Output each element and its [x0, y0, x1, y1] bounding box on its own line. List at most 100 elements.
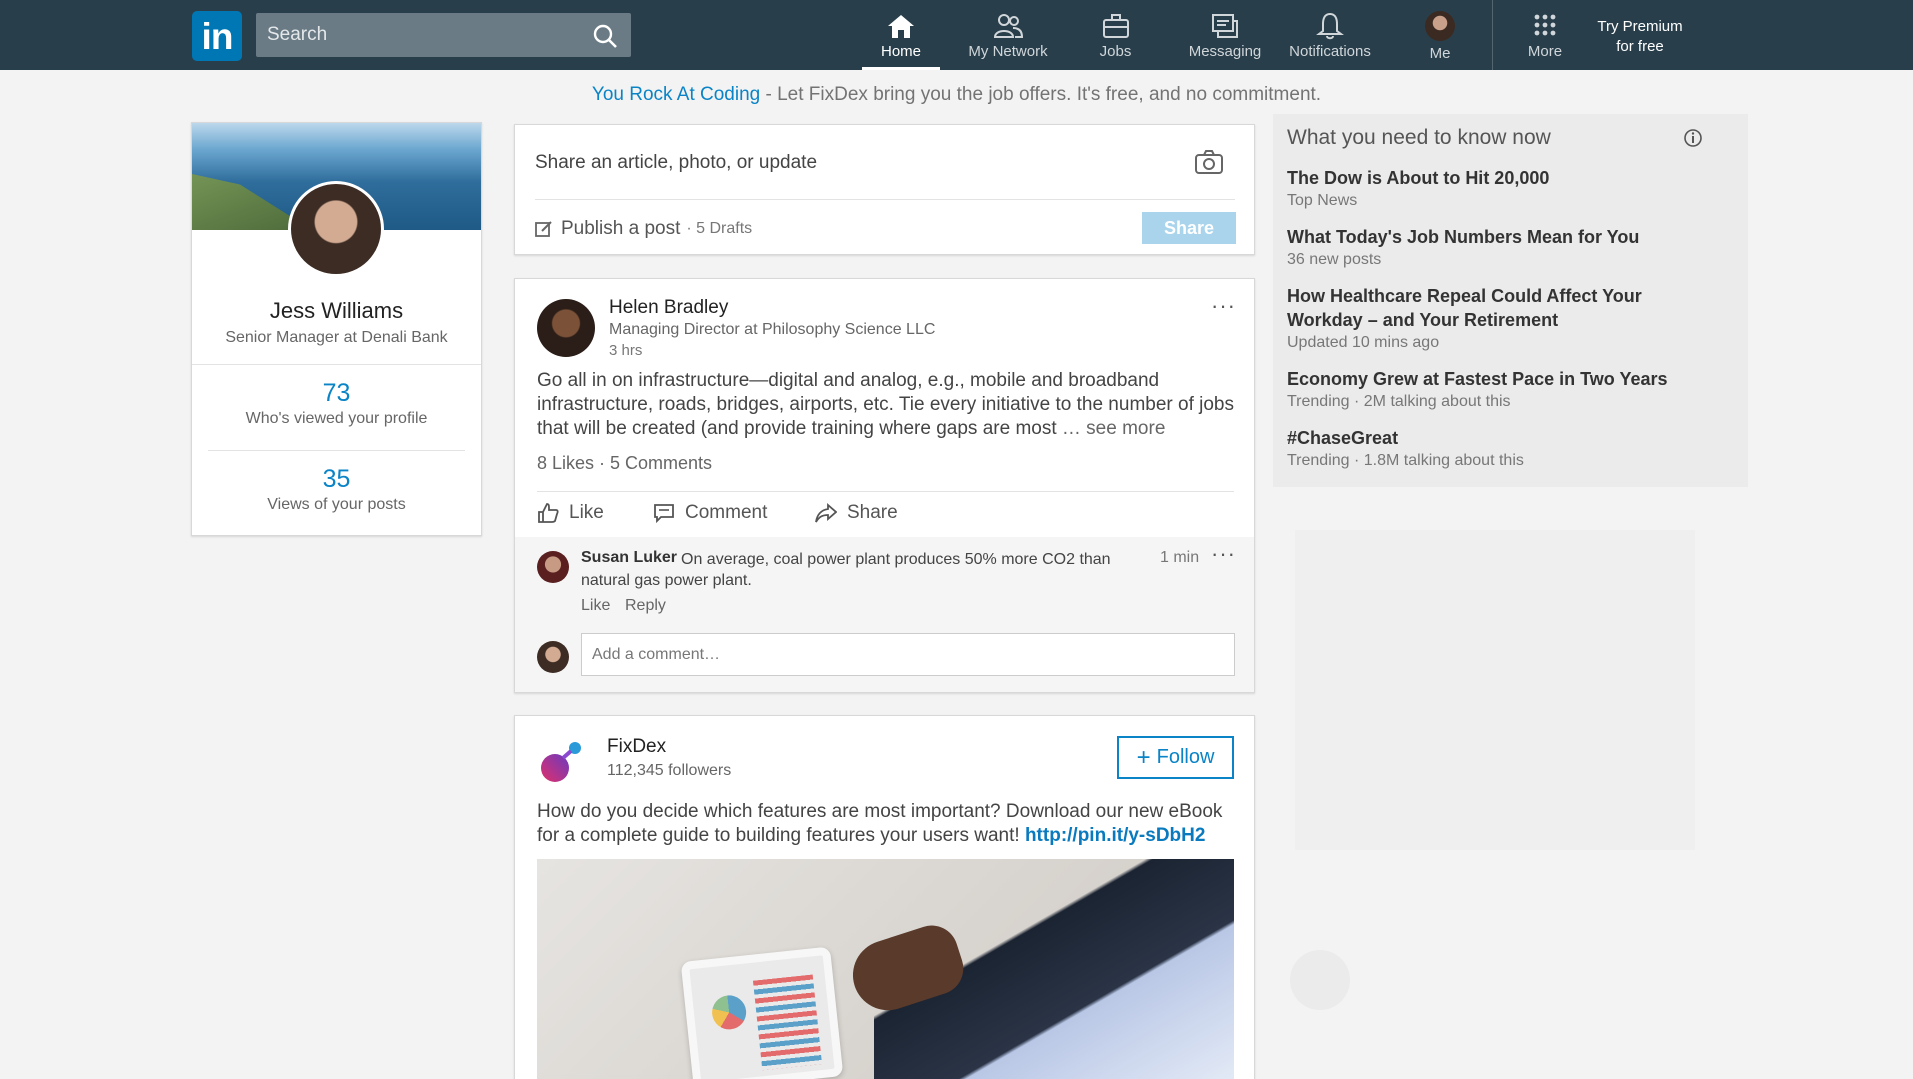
camera-icon[interactable]	[1194, 149, 1224, 175]
faded-ad-placeholder	[1295, 530, 1695, 850]
share-arrow-icon	[815, 503, 837, 523]
stat-profile-views[interactable]: 73 Who's viewed your profile	[192, 379, 481, 428]
news-meta: Trending · 1.8M talking about this	[1287, 452, 1524, 469]
sponsored-post: FixDex 112,345 followers + Follow How do …	[514, 715, 1255, 1079]
news-item[interactable]: #ChaseGreat Trending · 1.8M talking abou…	[1287, 426, 1707, 470]
post-image[interactable]	[537, 859, 1234, 1079]
nav-messaging[interactable]: Messaging	[1180, 0, 1270, 70]
publish-post-link[interactable]: Publish a post · 5 Drafts	[535, 218, 752, 240]
comment-options-icon[interactable]: ···	[1211, 541, 1236, 567]
profile-card: Jess Williams Senior Manager at Denali B…	[191, 122, 482, 536]
news-meta: Updated 10 mins ago	[1287, 334, 1440, 351]
reaction-counts[interactable]: 8 Likes · 5 Comments	[537, 453, 712, 474]
news-panel: What you need to know now The Dow is Abo…	[1273, 114, 1748, 487]
comment-like-link[interactable]: Like	[581, 597, 610, 615]
nav-me[interactable]: Me	[1410, 0, 1470, 70]
promo-text: - Let FixDex bring you the job offers. I…	[760, 84, 1322, 105]
my-avatar	[537, 641, 569, 673]
news-meta: 36 new posts	[1287, 251, 1382, 268]
author-avatar[interactable]	[537, 299, 595, 357]
comment-author[interactable]: Susan Luker	[581, 549, 677, 567]
search-input[interactable]	[256, 13, 576, 57]
promo-highlight: You Rock At Coding	[591, 84, 761, 105]
briefcase-icon	[1102, 14, 1129, 38]
image-pie	[710, 993, 748, 1032]
like-button[interactable]: Like	[537, 502, 604, 524]
avatar	[1425, 11, 1455, 41]
nav-notifications[interactable]: Notifications	[1280, 0, 1380, 70]
stat-post-views[interactable]: 35 Views of your posts	[192, 465, 481, 514]
company-name[interactable]: FixDex	[607, 736, 666, 758]
fixdex-logo[interactable]	[537, 736, 587, 786]
news-meta: Trending · 2M talking about this	[1287, 393, 1511, 410]
post-body: Go all in on infrastructure—digital and …	[537, 369, 1237, 441]
commenter-avatar[interactable]	[537, 551, 569, 583]
nav-notifications-label: Notifications	[1289, 43, 1371, 60]
follower-count: 112,345 followers	[607, 762, 732, 779]
stat-label: Views of your posts	[267, 496, 406, 513]
search-icon[interactable]	[591, 22, 619, 50]
try-premium-link[interactable]: Try Premium for free	[1590, 17, 1690, 57]
news-headline: Economy Grew at Fastest Pace in Two Year…	[1287, 369, 1668, 389]
share-prompt[interactable]: Share an article, photo, or update	[535, 152, 817, 174]
search-box	[256, 13, 631, 57]
profile-name[interactable]: Jess Williams	[192, 298, 481, 324]
faded-avatar-placeholder	[1290, 950, 1350, 1010]
image-tablet	[680, 946, 844, 1079]
divider	[535, 199, 1235, 200]
comment-label: Comment	[685, 502, 768, 523]
share-box: Share an article, photo, or update Publi…	[514, 124, 1255, 255]
post-body: How do you decide which features are mos…	[537, 800, 1237, 848]
post-author-name[interactable]: Helen Bradley	[609, 297, 728, 319]
news-item[interactable]: The Dow is About to Hit 20,000 Top News	[1287, 166, 1707, 210]
share-button[interactable]: Share	[1142, 212, 1236, 244]
stat-label: Who's viewed your profile	[245, 410, 428, 427]
post-link[interactable]: http://pin.it/y-sDbH2	[1025, 825, 1205, 846]
news-item[interactable]: Economy Grew at Fastest Pace in Two Year…	[1287, 367, 1707, 411]
news-headline: The Dow is About to Hit 20,000	[1287, 168, 1550, 188]
more-options-icon[interactable]: ···	[1211, 293, 1236, 319]
drafts-count[interactable]: · 5 Drafts	[686, 220, 752, 238]
comment-button[interactable]: Comment	[653, 502, 767, 524]
nav-me-label: Me	[1429, 45, 1451, 62]
follow-button[interactable]: + Follow	[1117, 736, 1234, 779]
nav-jobs-label: Jobs	[1099, 43, 1132, 60]
nav-divider	[1492, 0, 1493, 70]
news-meta: Top News	[1287, 192, 1358, 209]
linkedin-logo[interactable]: in	[192, 11, 242, 61]
promo-banner[interactable]: You Rock At Coding - Let FixDex bring yo…	[0, 84, 1913, 106]
news-item[interactable]: How Healthcare Repeal Could Affect Your …	[1287, 284, 1707, 352]
grid-icon	[1534, 14, 1556, 36]
add-comment-input[interactable]	[581, 633, 1235, 676]
bell-icon	[1316, 12, 1344, 40]
divider	[208, 450, 465, 451]
nav-more[interactable]: More	[1515, 0, 1575, 70]
info-icon[interactable]	[1683, 128, 1703, 148]
nav-jobs[interactable]: Jobs	[1078, 0, 1153, 70]
edit-icon	[535, 221, 552, 237]
messaging-icon	[1212, 14, 1238, 38]
network-icon	[993, 14, 1023, 38]
image-bars	[752, 974, 823, 1071]
nav-more-label: More	[1527, 43, 1563, 60]
news-headline: #ChaseGreat	[1287, 428, 1399, 448]
nav-messaging-label: Messaging	[1188, 43, 1262, 60]
publish-label: Publish a post	[561, 218, 681, 239]
news-item[interactable]: What Today's Job Numbers Mean for You 36…	[1287, 225, 1707, 269]
stat-value: 35	[322, 465, 351, 493]
nav-my-network[interactable]: My Network	[958, 0, 1058, 70]
news-headline: What Today's Job Numbers Mean for You	[1287, 227, 1640, 247]
comment-reply-link[interactable]: Reply	[625, 597, 666, 615]
post-author-title: Managing Director at Philosophy Science …	[609, 321, 936, 338]
stat-value: 73	[322, 379, 351, 407]
like-label: Like	[569, 502, 604, 523]
premium-line-1: Try Premium	[1597, 18, 1683, 35]
profile-avatar[interactable]	[288, 181, 384, 277]
post-timestamp: 3 hrs	[609, 342, 643, 359]
nav-home-label: Home	[880, 43, 921, 60]
nav-home[interactable]: Home	[862, 0, 940, 70]
share-action-button[interactable]: Share	[815, 502, 898, 524]
premium-line-2: for free	[1616, 38, 1664, 55]
thumbs-up-icon	[538, 503, 559, 523]
see-more-link[interactable]: … see more	[1062, 418, 1165, 439]
